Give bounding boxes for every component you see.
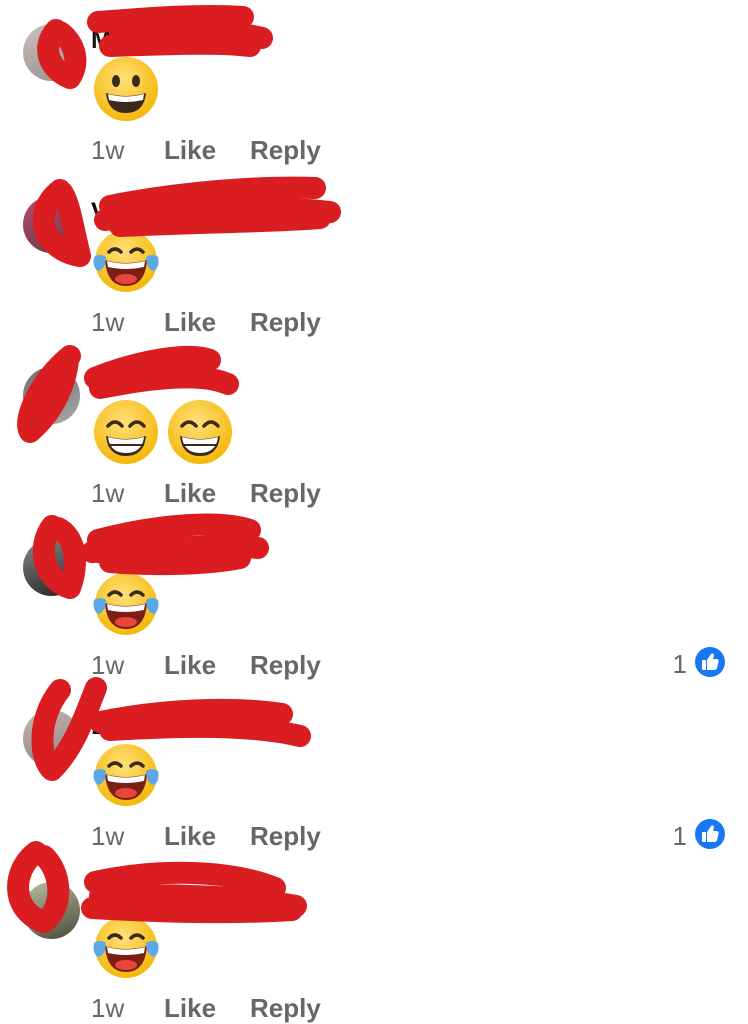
- like-reaction-icon: [694, 646, 726, 683]
- comment-timestamp[interactable]: 1w: [91, 993, 164, 1023]
- like-button[interactable]: Like: [164, 650, 250, 680]
- avatar[interactable]: [23, 538, 80, 596]
- comment-timestamp[interactable]: 1w: [91, 307, 164, 337]
- comment-actions: 1w Like Reply: [91, 821, 321, 851]
- comment-actions: 1w Like Reply: [91, 307, 321, 337]
- face-with-tears-of-joy-emoji: [92, 741, 160, 809]
- avatar[interactable]: [23, 881, 80, 939]
- commenter-name[interactable]: L: [91, 712, 106, 740]
- like-button[interactable]: Like: [164, 135, 250, 165]
- reply-button[interactable]: Reply: [250, 135, 321, 165]
- grinning-face-emoji: [92, 55, 160, 123]
- avatar[interactable]: [23, 710, 80, 767]
- like-button[interactable]: Like: [164, 307, 250, 337]
- comment-actions: 1w Like Reply: [91, 993, 321, 1023]
- reply-button[interactable]: Reply: [250, 478, 321, 508]
- commenter-name[interactable]: V: [91, 541, 108, 569]
- face-with-tears-of-joy-emoji: [92, 227, 160, 295]
- reply-button[interactable]: Reply: [250, 993, 321, 1023]
- comment-timestamp[interactable]: 1w: [91, 135, 164, 165]
- like-button[interactable]: Like: [164, 478, 250, 508]
- beaming-face-with-smiling-eyes-emoji: [92, 398, 160, 466]
- face-with-tears-of-joy-emoji: [92, 570, 160, 638]
- reply-button[interactable]: Reply: [250, 650, 321, 680]
- like-button[interactable]: Like: [164, 993, 250, 1023]
- like-button[interactable]: Like: [164, 821, 250, 851]
- comment-timestamp[interactable]: 1w: [91, 821, 164, 851]
- comment: V 1w Like Reply: [0, 172, 748, 344]
- comment: M 1w Like Reply: [0, 0, 748, 172]
- avatar[interactable]: [23, 195, 80, 253]
- beaming-face-with-smiling-eyes-emoji: [166, 398, 234, 466]
- reaction-count: 1: [672, 649, 687, 679]
- commenter-name[interactable]: M: [91, 26, 112, 54]
- reply-button[interactable]: Reply: [250, 821, 321, 851]
- comment: C 1w Like Reply: [0, 343, 748, 515]
- reaction-summary[interactable]: 1: [672, 818, 726, 855]
- commenter-name[interactable]: V: [91, 198, 108, 226]
- comment-actions: 1w Like Reply: [91, 478, 321, 508]
- comment-body: [92, 741, 160, 811]
- comment-timestamp[interactable]: 1w: [91, 478, 164, 508]
- like-reaction-icon: [694, 818, 726, 855]
- comment-body: [92, 913, 160, 983]
- comment-body: [92, 55, 160, 125]
- comment-actions: 1w Like Reply: [91, 650, 321, 680]
- reply-button[interactable]: Reply: [250, 307, 321, 337]
- comment: V 1w Like Reply 1: [0, 515, 748, 687]
- comment-body: [92, 570, 160, 640]
- face-with-tears-of-joy-emoji: [92, 913, 160, 981]
- commenter-name[interactable]: H: [91, 884, 109, 912]
- reaction-count: 1: [672, 820, 687, 851]
- comment-actions: 1w Like Reply: [91, 135, 321, 165]
- avatar[interactable]: [23, 367, 80, 424]
- comment-body: [92, 398, 234, 468]
- avatar[interactable]: [23, 24, 80, 81]
- commenter-name[interactable]: C: [91, 369, 109, 397]
- comment-timestamp[interactable]: 1w: [91, 650, 164, 680]
- comment: L 1w Like Reply 1: [0, 686, 748, 858]
- comment-body: [92, 227, 160, 297]
- comment: H 1w Like Reply: [0, 858, 748, 1024]
- reaction-summary[interactable]: 1: [672, 646, 726, 683]
